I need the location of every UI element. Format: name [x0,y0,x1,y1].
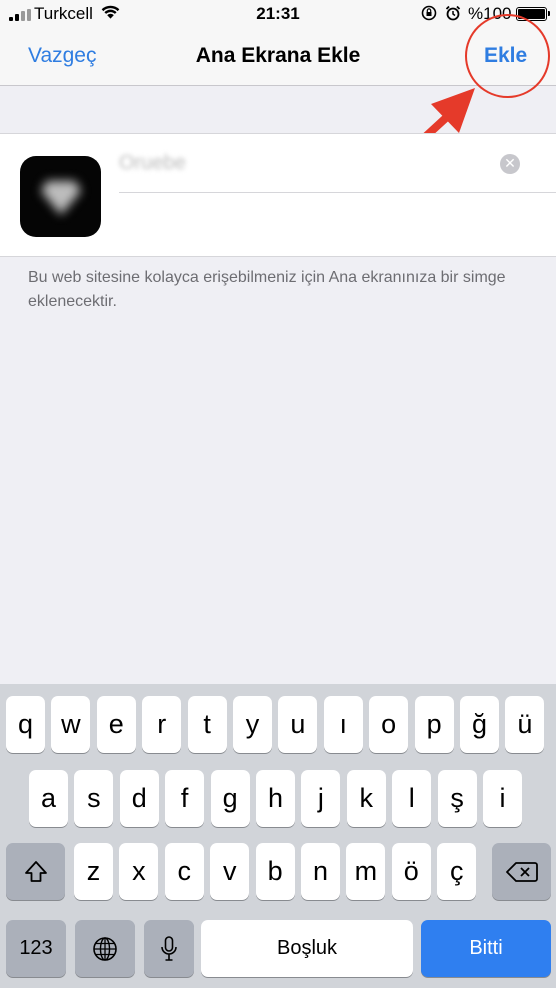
key-q[interactable]: q [6,696,45,753]
key-ı[interactable]: ı [323,696,363,753]
key-n[interactable]: n [301,843,340,900]
key-p[interactable]: p [414,696,454,753]
key-x[interactable]: x [119,843,159,900]
key-l[interactable]: l [392,770,432,827]
cancel-button[interactable]: Vazgeç [28,44,97,68]
key-v[interactable]: v [210,843,250,900]
key-y[interactable]: y [233,696,272,753]
key-o[interactable]: o [369,696,409,753]
key-ü[interactable]: ü [505,696,545,753]
key-ğ[interactable]: ğ [460,696,499,753]
done-key[interactable]: Bitti [421,920,551,977]
key-b[interactable]: b [255,843,295,900]
backspace-key[interactable] [492,843,551,900]
backspace-icon [505,861,538,882]
key-j[interactable]: j [301,770,341,827]
key-f[interactable]: f [165,770,205,827]
name-input[interactable] [119,148,489,178]
shift-key[interactable] [6,843,65,900]
key-u[interactable]: u [278,696,318,753]
microphone-icon [161,935,177,961]
space-key[interactable]: Boşluk [201,920,413,977]
key-h[interactable]: h [256,770,295,827]
key-k[interactable]: k [346,770,386,827]
key-r[interactable]: r [142,696,182,753]
key-i[interactable]: i [483,770,522,827]
diamond-icon [40,180,81,215]
key-t[interactable]: t [187,696,227,753]
key-ö[interactable]: ö [391,843,431,900]
description-text: Bu web sitesine kolayca erişebilmeniz iç… [28,269,506,310]
app-icon [20,156,101,237]
key-a[interactable]: a [29,770,68,827]
key-ç[interactable]: ç [437,843,477,900]
key-g[interactable]: g [210,770,250,827]
numbers-key[interactable]: 123 [6,920,66,977]
add-button[interactable]: Ekle [484,44,527,68]
key-s[interactable]: s [74,770,114,827]
keyboard: 123 Boşluk Bitti qwertyuıopğü asdfghjklşi… [0,684,556,988]
navigation-bar: Vazgeç Ana Ekrana Ekle Ekle [0,28,556,86]
orientation-lock-icon [421,5,437,21]
key-z[interactable]: z [74,843,113,900]
shortcut-form: ✕ [0,133,556,257]
battery-icon [516,7,550,21]
key-e[interactable]: e [96,696,136,753]
dictation-key[interactable] [144,920,194,977]
key-d[interactable]: d [119,770,159,827]
shift-icon [24,860,47,882]
globe-icon [93,936,117,961]
globe-key[interactable] [75,920,135,977]
alarm-icon [445,5,461,21]
key-m[interactable]: m [346,843,386,900]
input-divider [119,192,556,193]
key-w[interactable]: w [51,696,91,753]
key-c[interactable]: c [164,843,204,900]
status-bar: Turkcell 21:31 %100 [0,0,556,28]
key-ş[interactable]: ş [437,770,477,827]
battery-percent: %100 [468,4,512,23]
clear-text-button[interactable]: ✕ [500,154,520,174]
